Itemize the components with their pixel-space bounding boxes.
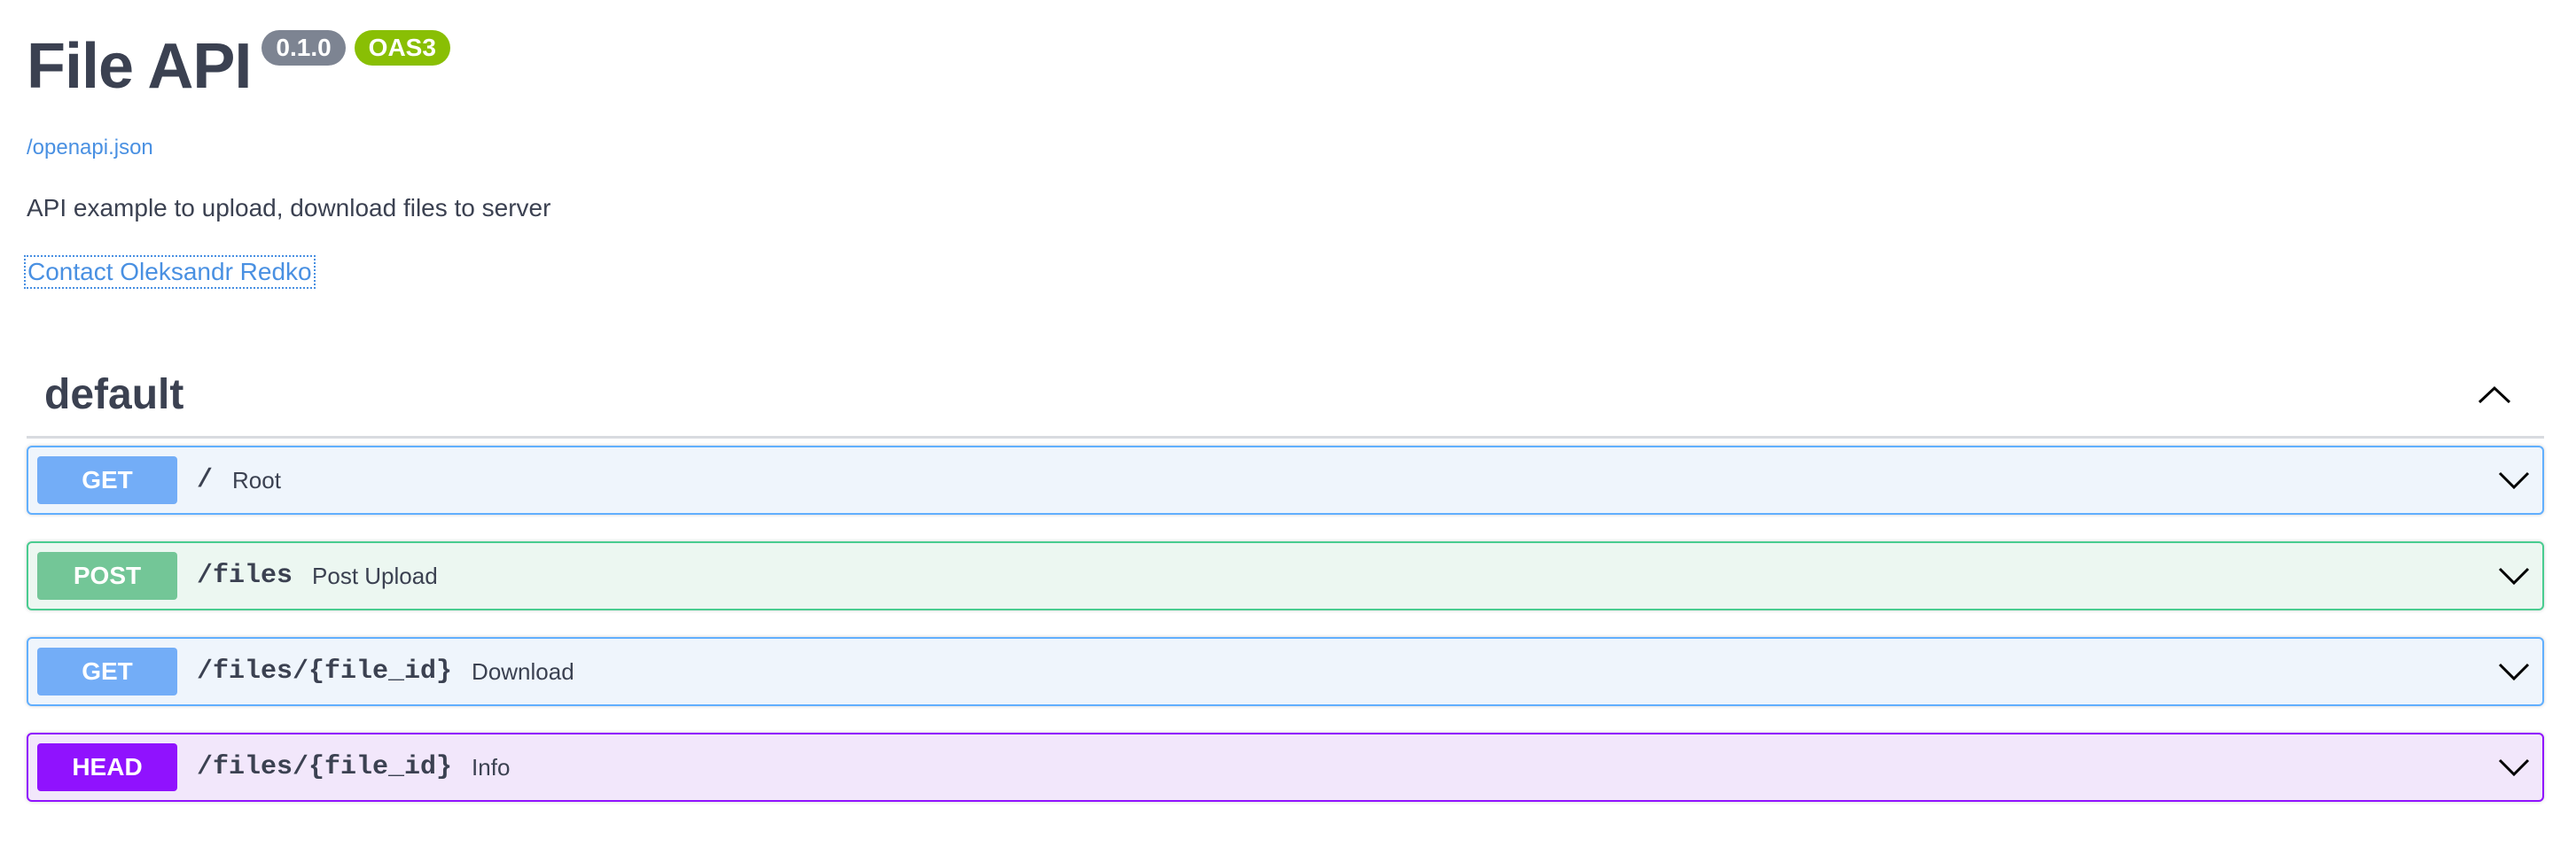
method-badge: GET <box>37 456 177 504</box>
method-badge: POST <box>37 552 177 600</box>
chevron-down-icon <box>2498 663 2530 681</box>
operation-summary: Download <box>472 657 574 685</box>
api-description: API example to upload, download files to… <box>27 194 551 221</box>
expand-operation-button[interactable] <box>2496 558 2532 594</box>
page-title: File API <box>27 31 252 102</box>
operation-path: /files <box>197 561 293 591</box>
operation-get-file[interactable]: GET /files/{file_id} Download <box>27 637 2544 706</box>
operations-list: GET / Root POST /files Post Upload GET / <box>27 446 2544 802</box>
method-badge: HEAD <box>37 743 177 791</box>
expand-operation-button[interactable] <box>2496 654 2532 689</box>
version-badge: 0.1.0 <box>262 30 346 66</box>
contact-link[interactable]: Contact Oleksandr Redko <box>24 255 316 289</box>
operation-post-files[interactable]: POST /files Post Upload <box>27 541 2544 610</box>
tag-section-default: default GET / Root POST /files Post Uplo… <box>27 353 2544 828</box>
operation-summary: Root <box>232 466 281 493</box>
title-row: File API 0.1.0 OAS3 <box>27 27 2549 106</box>
openapi-json-link[interactable]: /openapi.json <box>27 136 153 160</box>
chevron-up-icon <box>2478 385 2511 404</box>
operation-summary: Post Upload <box>312 562 438 589</box>
operation-get-root[interactable]: GET / Root <box>27 446 2544 515</box>
tag-name: default <box>44 370 184 418</box>
chevron-down-icon <box>2498 567 2530 586</box>
operation-head-file[interactable]: HEAD /files/{file_id} Info <box>27 733 2544 802</box>
chevron-down-icon <box>2498 471 2530 490</box>
expand-operation-button[interactable] <box>2496 750 2532 785</box>
oas-badge: OAS3 <box>354 30 450 66</box>
operation-path: /files/{file_id} <box>197 657 453 687</box>
operation-path: / <box>197 465 214 495</box>
tag-header[interactable]: default <box>27 353 2544 439</box>
chevron-down-icon <box>2498 758 2530 777</box>
api-info: File API 0.1.0 OAS3 /openapi.json API ex… <box>24 27 2549 289</box>
collapse-tag-button[interactable] <box>2475 375 2514 414</box>
operation-summary: Info <box>472 753 511 781</box>
expand-operation-button[interactable] <box>2496 462 2532 498</box>
method-badge: GET <box>37 648 177 695</box>
operation-path: /files/{file_id} <box>197 752 453 782</box>
